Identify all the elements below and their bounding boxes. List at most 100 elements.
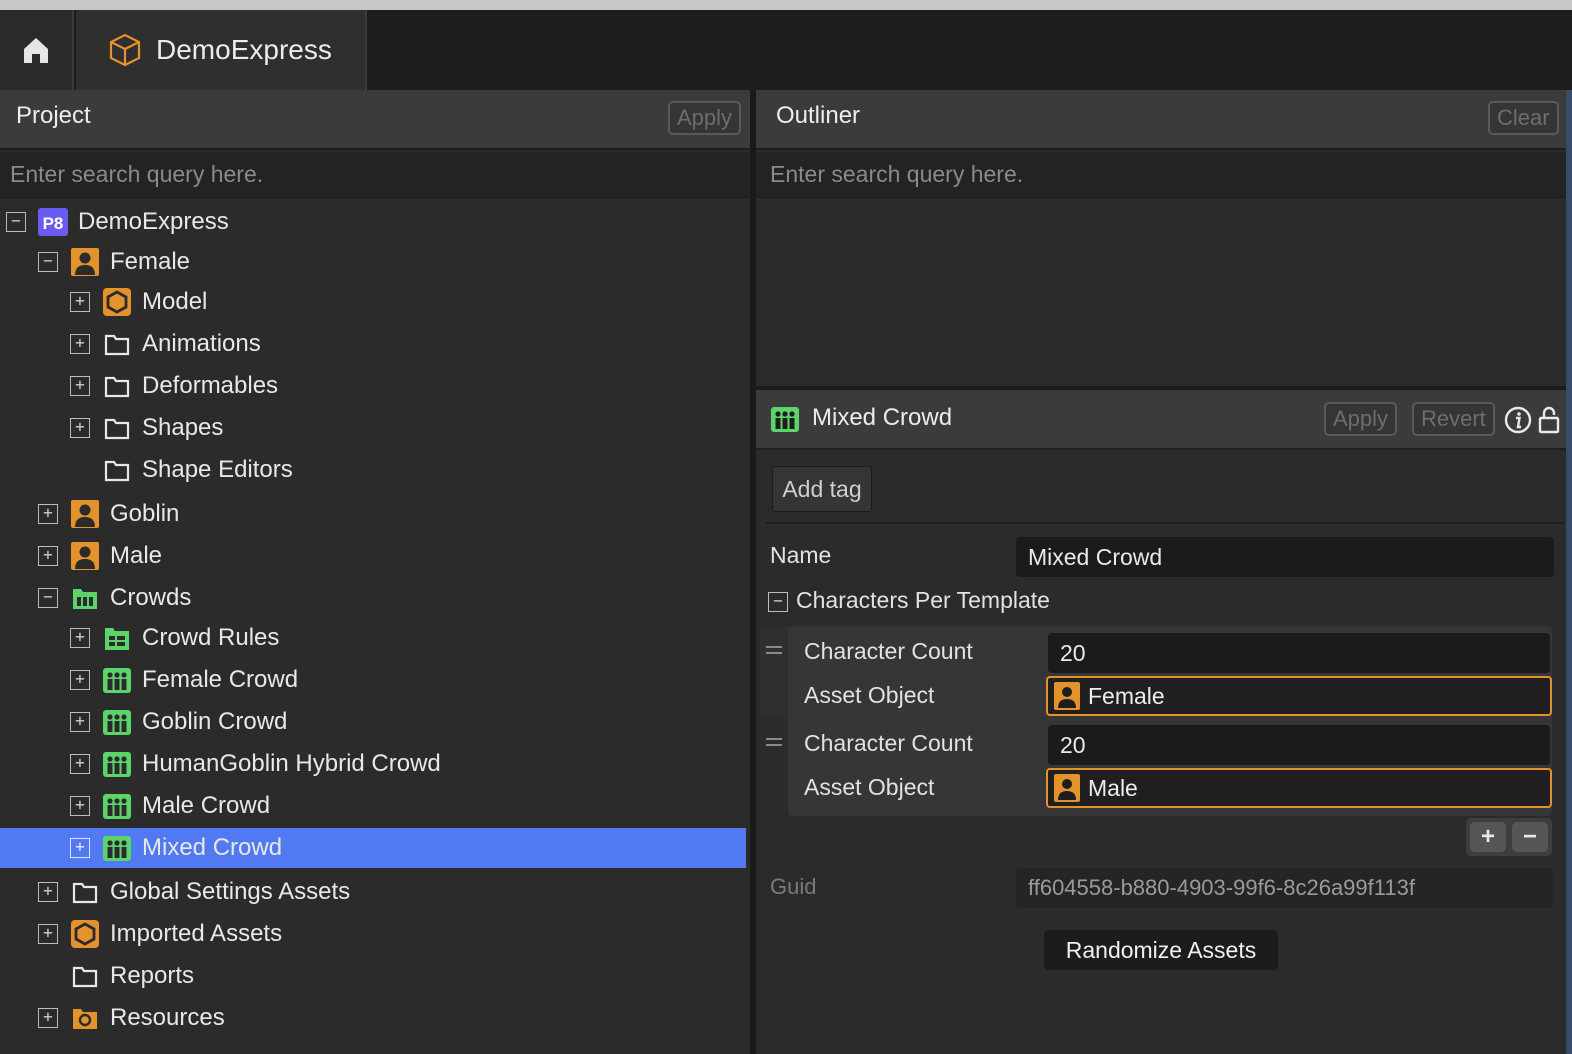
project-panel: Project Apply −P8DemoExpress−Female+Mode…: [0, 90, 750, 1054]
properties-revert-button[interactable]: Revert: [1412, 402, 1495, 436]
drag-handle-icon[interactable]: [766, 744, 782, 746]
app-tab-demoexpress[interactable]: DemoExpress: [76, 10, 367, 90]
crowd-icon: [102, 791, 132, 821]
remove-entry-button[interactable]: −: [1512, 822, 1548, 852]
properties-apply-button[interactable]: Apply: [1324, 402, 1398, 436]
unlock-icon[interactable]: [1538, 406, 1560, 434]
tree-item[interactable]: + Mixed Crowd: [0, 828, 746, 868]
window-top-strip: [0, 0, 1572, 10]
expand-toggle[interactable]: +: [70, 670, 90, 690]
tree-item-label: Shapes: [142, 414, 224, 441]
tree-item-label: Crowd Rules: [142, 624, 280, 651]
tree-item[interactable]: − Female: [0, 242, 746, 282]
project-search-input[interactable]: [0, 152, 750, 197]
collapse-toggle[interactable]: −: [6, 212, 26, 232]
tree-item-label: Shape Editors: [142, 456, 293, 483]
tree-item[interactable]: + Animations: [0, 324, 746, 364]
expand-toggle[interactable]: +: [70, 754, 90, 774]
tree-item[interactable]: + Goblin Crowd: [0, 702, 746, 742]
tree-item[interactable]: + HumanGoblin Hybrid Crowd: [0, 744, 746, 784]
add-tag-button[interactable]: Add tag: [772, 466, 872, 512]
expand-toggle[interactable]: +: [70, 418, 90, 438]
drag-handle-icon[interactable]: [766, 738, 782, 740]
character-icon: [1054, 774, 1080, 802]
tree-item[interactable]: + Goblin: [0, 494, 746, 534]
tree-item-label: Global Settings Assets: [110, 878, 351, 905]
tree-item[interactable]: + Imported Assets: [0, 914, 746, 954]
character-count-field[interactable]: 20: [1048, 633, 1550, 673]
expand-toggle[interactable]: +: [38, 504, 58, 524]
tree-item[interactable]: Shape Editors: [0, 450, 746, 490]
outliner-search: [756, 152, 1568, 198]
randomize-assets-button[interactable]: Randomize Assets: [1044, 930, 1278, 970]
expand-toggle[interactable]: +: [70, 796, 90, 816]
project-header: Project Apply: [0, 90, 750, 150]
expand-toggle[interactable]: +: [70, 838, 90, 858]
title-bar: DemoExpress: [0, 10, 1572, 90]
project-apply-button[interactable]: Apply: [668, 101, 742, 135]
add-entry-button[interactable]: +: [1470, 822, 1506, 852]
asset-object-value: Male: [1088, 775, 1138, 801]
tree-item[interactable]: + Global Settings Assets: [0, 872, 746, 912]
outliner-search-input[interactable]: [756, 152, 1568, 197]
guid-label: Guid: [770, 874, 817, 899]
character-count-field[interactable]: 20: [1048, 725, 1550, 765]
tree-item[interactable]: + Male Crowd: [0, 786, 746, 826]
tree-item[interactable]: − P8 DemoExpress: [0, 202, 746, 242]
tree-item[interactable]: − Crowds: [0, 578, 746, 618]
collapse-toggle[interactable]: −: [38, 252, 58, 272]
section-collapse-toggle[interactable]: −: [768, 592, 788, 612]
name-field[interactable]: Mixed Crowd: [1016, 537, 1554, 577]
tree-item-label: Goblin: [110, 500, 180, 527]
asset-object-value: Female: [1088, 683, 1165, 709]
tree-item[interactable]: + Shapes: [0, 408, 746, 448]
asset-object-field[interactable]: Female: [1046, 676, 1552, 716]
folder-icon: [70, 961, 100, 991]
collapse-toggle[interactable]: −: [38, 588, 58, 608]
drag-handle-icon[interactable]: [766, 652, 782, 654]
expand-toggle[interactable]: +: [70, 292, 90, 312]
expand-toggle[interactable]: +: [70, 712, 90, 732]
expand-toggle[interactable]: +: [38, 882, 58, 902]
character-count-label: Character Count: [804, 730, 973, 756]
expand-toggle[interactable]: +: [70, 334, 90, 354]
cube-icon: [109, 33, 141, 67]
tree-item[interactable]: + Male: [0, 536, 746, 576]
outliner-list[interactable]: [756, 198, 1568, 386]
tree-item-label: Crowds: [110, 584, 192, 611]
tree-item[interactable]: + Crowd Rules: [0, 618, 746, 658]
tree-item-label: Deformables: [142, 372, 279, 399]
outliner-title: Outliner: [776, 102, 861, 129]
character-count-label: Character Count: [804, 638, 973, 664]
asset-object-label: Asset Object: [804, 682, 935, 708]
characters-per-template-label: Characters Per Template: [796, 587, 1050, 613]
tree-item[interactable]: + Resources: [0, 998, 746, 1038]
expand-toggle[interactable]: +: [70, 628, 90, 648]
model-hexagon-icon: [70, 919, 100, 949]
drag-handle-icon[interactable]: [766, 646, 782, 648]
outliner-clear-button[interactable]: Clear: [1488, 101, 1559, 135]
tree-item-label: Reports: [110, 962, 195, 989]
tree-item-label: Male: [110, 542, 163, 569]
crowd-rules-icon: [102, 623, 132, 653]
expand-toggle[interactable]: +: [38, 1008, 58, 1028]
tree-item[interactable]: Reports: [0, 956, 746, 996]
tree-item-label: Female: [110, 248, 191, 275]
tree-item[interactable]: + Model: [0, 282, 746, 322]
guid-field[interactable]: ff604558-b880-4903-99f6-8c26a99f113f: [1016, 868, 1554, 908]
expand-toggle[interactable]: +: [70, 376, 90, 396]
outliner-header: Outliner Clear: [756, 90, 1568, 150]
model-hexagon-icon: [102, 287, 132, 317]
home-button[interactable]: [0, 10, 74, 90]
tree-item[interactable]: + Female Crowd: [0, 660, 746, 700]
tree-item-label: Goblin Crowd: [142, 708, 288, 735]
crowd-folder-icon: [70, 583, 100, 613]
tree-item[interactable]: + Deformables: [0, 366, 746, 406]
tree-item-label: Resources: [110, 1004, 225, 1031]
asset-object-field[interactable]: Male: [1046, 768, 1552, 808]
character-icon: [70, 499, 100, 529]
info-icon[interactable]: [1504, 406, 1532, 434]
expand-toggle[interactable]: +: [38, 546, 58, 566]
tree-item-label: Female Crowd: [142, 666, 299, 693]
expand-toggle[interactable]: +: [38, 924, 58, 944]
